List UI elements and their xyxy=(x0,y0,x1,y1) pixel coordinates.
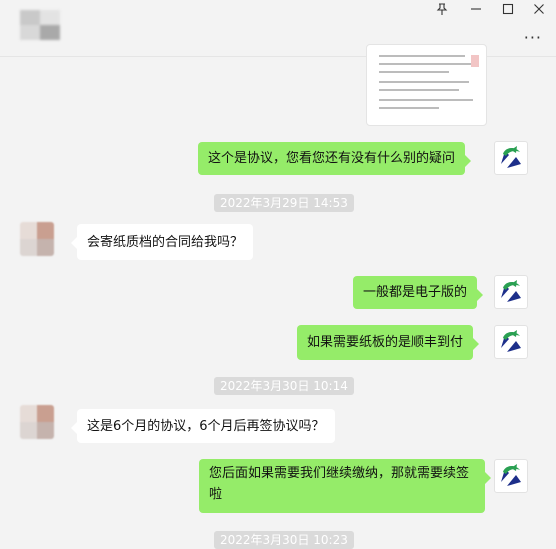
maximize-icon[interactable] xyxy=(491,0,525,18)
close-icon[interactable] xyxy=(522,0,556,18)
self-avatar-logo-icon[interactable] xyxy=(494,141,528,175)
timestamp: 2022年3月30日 10:23 xyxy=(214,531,354,549)
pin-icon[interactable] xyxy=(425,0,459,18)
message-bubble-self[interactable]: 如果需要纸板的是顺丰到付 xyxy=(297,325,480,360)
more-icon[interactable]: ··· xyxy=(524,28,542,47)
document-stamp-mark xyxy=(471,55,479,67)
contact-avatar-blurred[interactable] xyxy=(20,10,60,40)
timestamp: 2022年3月29日 14:53 xyxy=(214,194,354,212)
message-bubble-other[interactable]: 这是6个月的协议，6个月后再签协议吗？ xyxy=(71,409,335,443)
message-bubble-other[interactable]: 会寄纸质档的合同给我吗？ xyxy=(70,224,254,260)
minimize-icon[interactable] xyxy=(459,0,493,18)
self-avatar-logo-icon[interactable] xyxy=(494,275,528,309)
message-bubble-self[interactable]: 您后面如果需要我们继续缴纳，那就需要续签啦 xyxy=(199,459,491,513)
contact-avatar[interactable] xyxy=(20,222,54,256)
self-avatar-logo-icon[interactable] xyxy=(494,459,528,493)
message-bubble-self[interactable]: 这个是协议，您看您还有没有什么别的疑问 xyxy=(198,142,472,175)
timestamp: 2022年3月30日 10:14 xyxy=(214,377,354,395)
self-avatar-logo-icon[interactable] xyxy=(494,325,528,359)
shared-document-thumbnail[interactable] xyxy=(366,44,487,126)
message-bubble-self[interactable]: 一般都是电子版的 xyxy=(353,276,484,309)
contact-avatar[interactable] xyxy=(20,405,54,439)
